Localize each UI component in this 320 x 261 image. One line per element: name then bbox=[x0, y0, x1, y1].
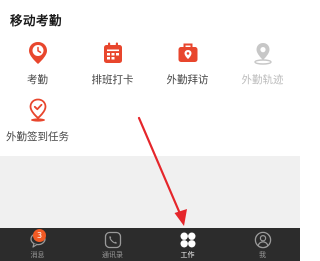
grid-item-attendance[interactable]: 考勤 bbox=[0, 40, 75, 87]
briefcase-pin-icon bbox=[178, 43, 197, 62]
unread-badge: 3 bbox=[33, 229, 46, 242]
grid-item-label: 外勤签到任务 bbox=[6, 131, 69, 143]
location-check-icon bbox=[29, 98, 46, 122]
grid-item-label: 外勤轨迹 bbox=[241, 74, 284, 86]
tab-label: 我 bbox=[259, 251, 266, 259]
grid-item-schedule-checkin[interactable]: 排班打卡 bbox=[75, 40, 150, 87]
tab-label: 消息 bbox=[30, 251, 45, 259]
tab-label: 工作 bbox=[180, 251, 195, 259]
clock-pin-icon bbox=[28, 42, 47, 64]
bottom-tab-bar: 3 消息 通讯录 工作 我 bbox=[0, 228, 300, 261]
grid-item-label: 排班打卡 bbox=[91, 74, 134, 86]
phone-icon bbox=[104, 231, 121, 249]
grid-item-field-checkin-task[interactable]: 外勤签到任务 bbox=[0, 97, 77, 144]
tab-messages[interactable]: 3 消息 bbox=[0, 228, 75, 261]
tab-contacts[interactable]: 通讯录 bbox=[75, 228, 150, 261]
grid-item-label: 外勤拜访 bbox=[166, 74, 209, 86]
tab-me[interactable]: 我 bbox=[225, 228, 300, 261]
user-icon bbox=[254, 231, 271, 249]
tab-label: 通讯录 bbox=[102, 251, 123, 259]
location-pin-icon bbox=[253, 43, 272, 65]
grid-item-field-visit[interactable]: 外勤拜访 bbox=[150, 40, 225, 87]
calendar-icon bbox=[103, 42, 122, 63]
grid-item-field-track[interactable]: 外勤轨迹 bbox=[225, 40, 300, 87]
tab-work[interactable]: 工作 bbox=[150, 228, 225, 261]
grid-item-label: 考勤 bbox=[27, 74, 48, 86]
section-title: 移动考勤 bbox=[10, 13, 63, 28]
grid-icon bbox=[180, 232, 195, 248]
content-divider bbox=[0, 156, 300, 228]
